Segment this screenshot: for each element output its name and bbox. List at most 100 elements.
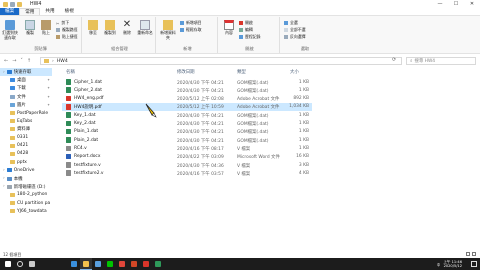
taskbar-windows-start-button[interactable] bbox=[2, 258, 14, 270]
refresh-icon[interactable]: ⟳ bbox=[392, 57, 396, 63]
taskbar-chrome-button[interactable] bbox=[116, 258, 128, 270]
nav-item[interactable]: 圖片 ✦ bbox=[0, 101, 52, 109]
nav-item[interactable]: › 本機 bbox=[0, 174, 52, 182]
cut-button[interactable]: ✂ 剪下 bbox=[56, 20, 69, 26]
easy-access-button[interactable]: 輕鬆存取 bbox=[180, 27, 202, 33]
expand-chevron-icon[interactable]: › bbox=[3, 168, 5, 173]
nav-item[interactable]: 文件 ✦ bbox=[0, 93, 52, 101]
properties-button[interactable]: 內容 bbox=[221, 20, 237, 36]
large-icons-view-icon[interactable] bbox=[472, 252, 476, 256]
file-row[interactable]: Cipher_1.dat 2020/4/30 下午 04:21 GOM檔案(.dat… bbox=[62, 78, 312, 86]
clock[interactable]: 上午 11:46 2020/5/12 bbox=[443, 260, 462, 269]
file-row[interactable]: HW4說明.pdf 2020/5/12 上午 10:59 Adobe Acrobat… bbox=[62, 102, 312, 111]
taskbar-edge-button[interactable] bbox=[68, 258, 80, 270]
tab-share[interactable]: 共用 bbox=[40, 8, 59, 15]
copy-button[interactable]: 複製 bbox=[22, 20, 38, 36]
invert-selection-button[interactable]: 反向選擇 bbox=[284, 34, 306, 40]
close-button[interactable]: ✕ bbox=[464, 0, 480, 8]
tab-home[interactable]: 常用 bbox=[19, 8, 41, 15]
select-none-button[interactable]: 全部不選 bbox=[284, 27, 306, 33]
store-icon bbox=[95, 261, 101, 267]
nav-item[interactable]: › 新增磁碟區 (D:) bbox=[0, 183, 52, 191]
taskbar-file-explorer-button[interactable] bbox=[80, 258, 92, 270]
file-row[interactable]: testfixture.v 2020/4/30 下午 04:36 V 檔案 3 KB bbox=[62, 161, 312, 169]
select-all-button[interactable]: 全選 bbox=[284, 20, 298, 26]
copy-path-button[interactable]: 複製路徑 bbox=[56, 27, 78, 33]
nav-item[interactable]: 下載 ✦ bbox=[0, 84, 52, 92]
nav-item[interactable]: › OneDrive bbox=[0, 166, 52, 174]
open-button[interactable]: 開啟 bbox=[239, 20, 253, 26]
up-arrow-icon[interactable]: ↑ bbox=[27, 58, 31, 64]
expand-chevron-icon[interactable]: › bbox=[3, 184, 5, 189]
copy-to-button[interactable]: 複製到 bbox=[102, 20, 118, 36]
nav-item-label: 180-2_python bbox=[17, 192, 48, 198]
nav-item[interactable]: 180-2_python bbox=[0, 191, 52, 199]
nav-item[interactable]: YJ66_towdata bbox=[0, 207, 52, 215]
nav-item[interactable]: 資料庫 bbox=[0, 125, 52, 133]
column-header-date[interactable]: 修改日期 bbox=[177, 68, 195, 76]
file-row[interactable]: HW4_eng.pdf 2020/5/12 上午 02:08 Adobe Acrob… bbox=[62, 95, 312, 103]
file-row[interactable]: Key_1.dat 2020/4/30 下午 04:21 GOM檔案(.dat) 1 … bbox=[62, 111, 312, 119]
paste-button[interactable]: 貼上 bbox=[38, 20, 54, 36]
nav-item[interactable]: 0421 bbox=[0, 142, 52, 150]
details-view-icon[interactable] bbox=[466, 252, 470, 256]
taskbar-powerpoint-button[interactable] bbox=[128, 258, 140, 270]
new-folder-button[interactable]: 新增資料夾 bbox=[159, 20, 177, 40]
nav-item[interactable]: EqTabs bbox=[0, 117, 52, 125]
delete-button[interactable]: ✕ 刪除 bbox=[119, 20, 135, 36]
history-button[interactable]: 歷程記錄 bbox=[239, 34, 261, 40]
nav-item[interactable]: 0428 bbox=[0, 150, 52, 158]
file-type: GOM檔案(.dat) bbox=[237, 80, 269, 86]
input-language-indicator[interactable]: 中 bbox=[437, 262, 440, 267]
nav-item[interactable]: PostPaperRole bbox=[0, 109, 52, 117]
file-row[interactable]: Plain_1.dat 2020/4/30 下午 04:21 GOM檔案(.dat)… bbox=[62, 128, 312, 136]
ribbon-tabs: 檔案 常用 共用 檢視 bbox=[0, 8, 480, 16]
file-row[interactable]: Report.docx 2020/4/22 下午 03:09 Microsoft W… bbox=[62, 153, 312, 161]
edit-button[interactable]: 編輯 bbox=[239, 27, 253, 33]
file-row[interactable]: testfixture2.v 2020/4/16 下午 03:57 V 檔案 4 KB bbox=[62, 169, 312, 177]
nav-item[interactable]: 桌面 ✦ bbox=[0, 76, 52, 84]
taskbar-line-button[interactable] bbox=[104, 258, 116, 270]
minimize-button[interactable]: — bbox=[432, 0, 448, 8]
paste-shortcut-button[interactable]: 貼上捷徑 bbox=[56, 34, 78, 40]
file-row[interactable]: RC4.v 2020/4/16 下午 08:17 V 檔案 1 KB bbox=[62, 144, 312, 152]
forward-arrow-icon[interactable]: → bbox=[12, 58, 16, 64]
nav-item[interactable]: 0331 bbox=[0, 134, 52, 142]
nav-item[interactable]: › 快速存取 bbox=[0, 68, 52, 77]
notification-center-icon[interactable] bbox=[471, 261, 477, 267]
maximize-button[interactable]: ☐ bbox=[448, 0, 464, 8]
expand-chevron-icon[interactable]: › bbox=[3, 70, 5, 75]
file-row[interactable]: Key_2.dat 2020/4/30 下午 04:21 GOM檔案(.dat) 1 … bbox=[62, 120, 312, 128]
taskbar-task-view-button[interactable] bbox=[26, 258, 38, 270]
taskbar-store-button[interactable] bbox=[92, 258, 104, 270]
tab-view[interactable]: 檢視 bbox=[60, 8, 79, 15]
recent-locations-icon[interactable]: ˅ bbox=[20, 58, 23, 64]
address-bar[interactable]: › HW4 bbox=[40, 57, 402, 65]
pin-quick-access-button[interactable]: 釘選到快速存取 bbox=[1, 20, 19, 40]
file-date: 2020/5/12 上午 02:08 bbox=[177, 97, 224, 103]
properties-icon[interactable] bbox=[10, 1, 15, 7]
select-group: 全選 全部不選 反向選擇 選取 bbox=[282, 17, 328, 53]
nav-item[interactable]: pptx bbox=[0, 158, 52, 166]
search-box[interactable]: ⌕ 搜尋 HW4 bbox=[406, 57, 476, 65]
nav-item[interactable]: CU partition pa bbox=[0, 199, 52, 207]
file-row[interactable]: Cipher_2.dat 2020/4/30 下午 04:21 GOM檔案(.dat… bbox=[62, 86, 312, 94]
move-to-button[interactable]: 移至 bbox=[85, 20, 101, 36]
powerpoint-icon bbox=[131, 261, 137, 267]
column-header-size[interactable]: 大小 bbox=[290, 68, 299, 76]
back-arrow-icon[interactable]: ← bbox=[4, 58, 8, 64]
new-item-button[interactable]: 新增項目 bbox=[180, 20, 202, 26]
taskbar-app-green-button[interactable] bbox=[152, 258, 164, 270]
tab-file[interactable]: 檔案 bbox=[0, 8, 20, 15]
file-type: Adobe Acrobat 文件 bbox=[237, 105, 280, 111]
taskbar-search-button[interactable] bbox=[14, 258, 26, 270]
expand-chevron-icon[interactable]: › bbox=[3, 176, 5, 181]
file-row[interactable]: Plain_2.dat 2020/4/30 下午 04:21 GOM檔案(.dat)… bbox=[62, 136, 312, 144]
rename-button[interactable]: 重新命名 bbox=[136, 20, 154, 36]
new-folder-icon[interactable] bbox=[17, 1, 22, 7]
file-date: 2020/4/16 下午 03:57 bbox=[177, 171, 224, 177]
clipboard-group: 釘選到快速存取 複製 貼上 ✂ 剪下 複製路徑 貼上捷徑 剪貼簿 bbox=[0, 17, 82, 53]
column-header-name[interactable]: 名稱 bbox=[66, 68, 75, 76]
taskbar-acrobat-button[interactable] bbox=[140, 258, 152, 270]
column-header-type[interactable]: 類型 bbox=[237, 68, 246, 76]
